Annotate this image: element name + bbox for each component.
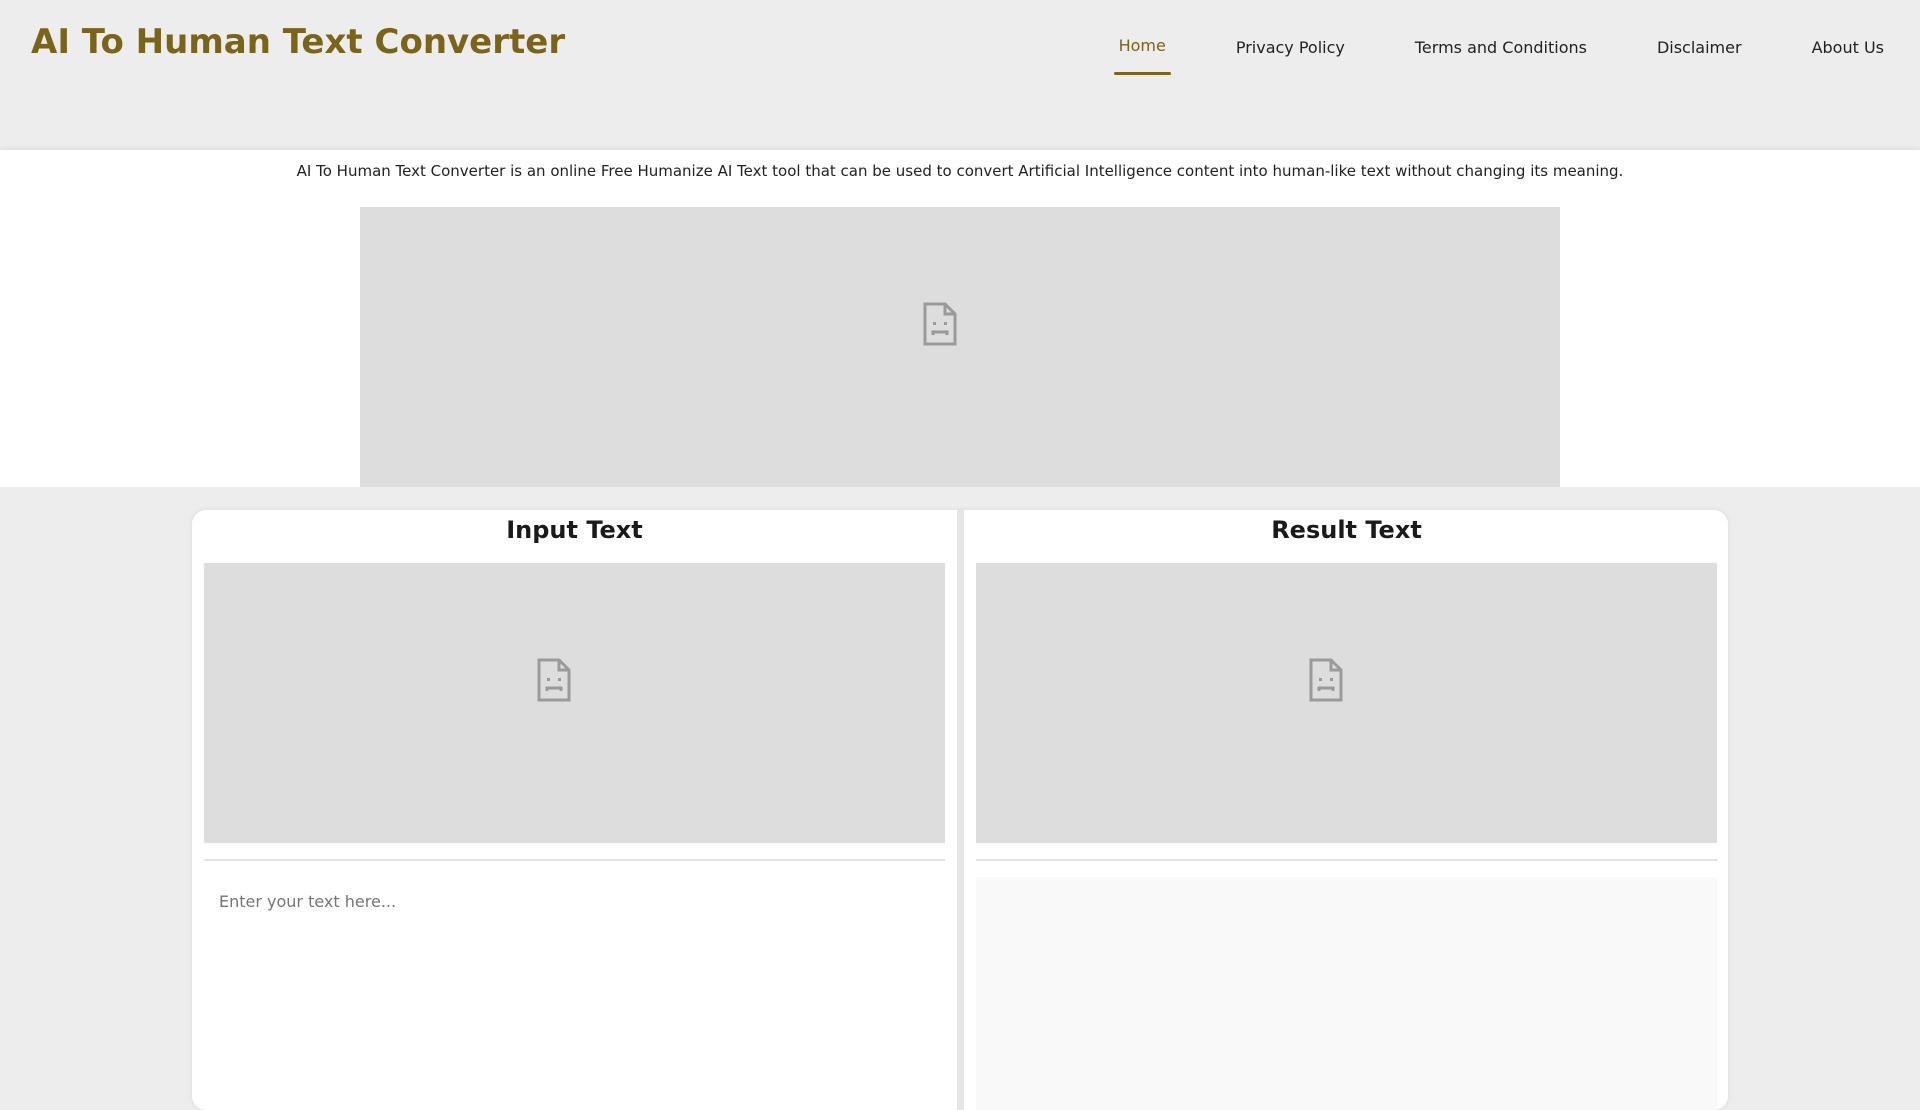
- result-panel-title: Result Text: [1271, 516, 1422, 544]
- site-title[interactable]: AI To Human Text Converter: [31, 22, 565, 62]
- input-ad-slot[interactable]: [204, 563, 945, 843]
- nav-item-terms-and-conditions[interactable]: Terms and Conditions: [1415, 38, 1587, 77]
- result-output[interactable]: [976, 877, 1717, 1110]
- nav-item-about-us[interactable]: About Us: [1812, 38, 1884, 77]
- result-panel: Result Text: [964, 510, 1728, 1110]
- input-panel: Input Text: [192, 510, 957, 1110]
- input-panel-title: Input Text: [506, 516, 643, 544]
- result-divider: [976, 859, 1717, 861]
- result-ad-slot[interactable]: [976, 563, 1717, 843]
- input-divider: [204, 859, 945, 861]
- broken-image-icon: [537, 658, 571, 702]
- main-nav: Home Privacy Policy Terms and Conditions…: [1049, 36, 1884, 77]
- broken-image-icon: [923, 302, 957, 346]
- panel-divider: [957, 510, 964, 1110]
- converter-card: Input Text Result Text: [192, 510, 1728, 1110]
- description-bar: AI To Human Text Converter is an online …: [0, 150, 1920, 207]
- top-ad-slot[interactable]: [360, 207, 1560, 487]
- ad-band: [0, 207, 1920, 487]
- nav-item-privacy-policy[interactable]: Privacy Policy: [1236, 38, 1345, 77]
- broken-image-icon: [1309, 658, 1343, 702]
- nav-item-disclaimer[interactable]: Disclaimer: [1657, 38, 1742, 77]
- site-header: AI To Human Text Converter Home Privacy …: [0, 0, 1920, 150]
- site-description: AI To Human Text Converter is an online …: [296, 162, 1624, 180]
- nav-item-home[interactable]: Home: [1113, 36, 1172, 75]
- input-textarea[interactable]: [204, 875, 945, 1110]
